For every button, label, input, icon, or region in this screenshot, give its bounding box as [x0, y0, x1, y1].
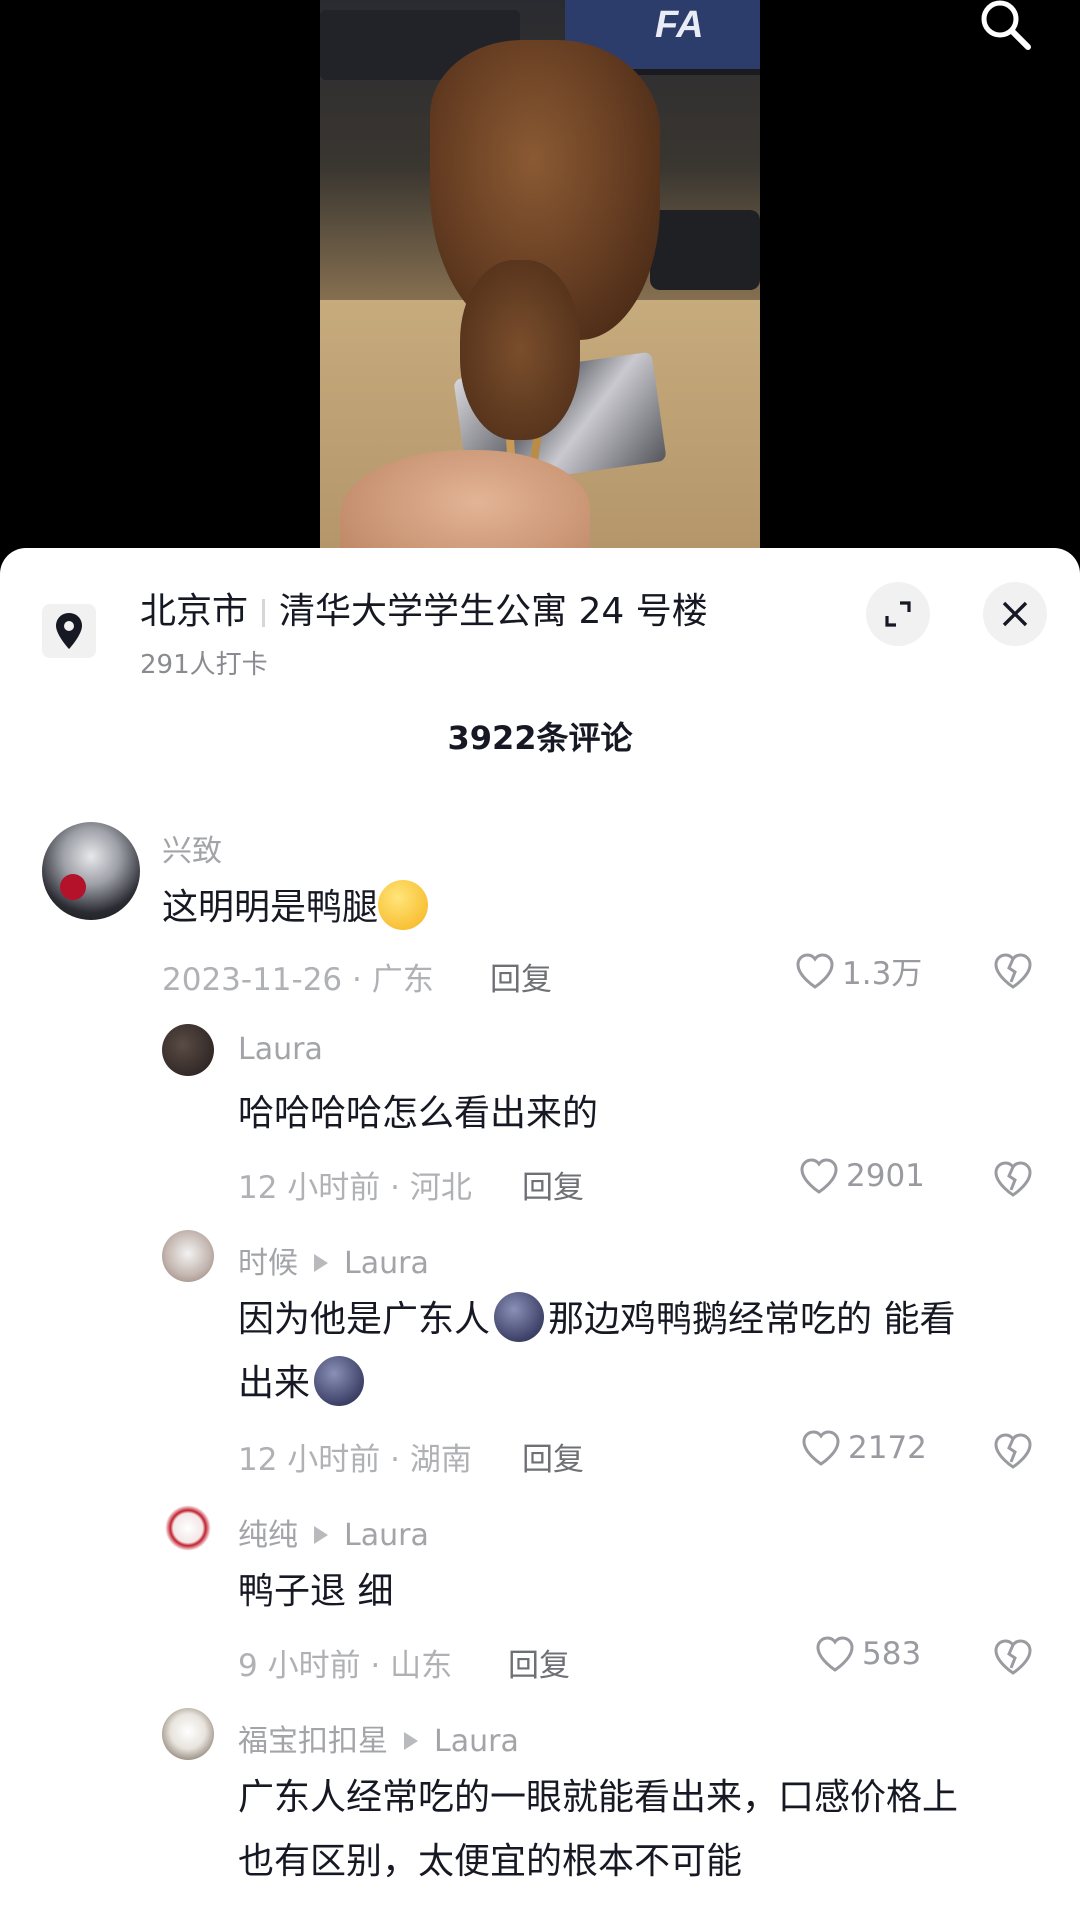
comment-meta: 12 小时前 · 湖南 — [238, 1442, 472, 1478]
grilled-meat-lower — [460, 260, 580, 440]
location-pin-icon — [56, 613, 82, 649]
heart-icon — [816, 1636, 854, 1672]
comment-meta: 12 小时前 · 河北 — [238, 1170, 472, 1206]
close-icon — [1002, 601, 1028, 627]
broken-heart-icon — [994, 1639, 1032, 1675]
laugh-cry-emoji — [378, 880, 429, 930]
location-place: 清华大学学生公寓 24 号楼 — [279, 591, 708, 632]
heart-icon — [802, 1430, 840, 1466]
moon-face-emoji — [314, 1356, 365, 1406]
broken-heart-icon — [994, 1433, 1032, 1469]
heart-icon — [800, 1158, 838, 1194]
like-count: 583 — [862, 1636, 922, 1672]
location-pin-box — [42, 604, 96, 658]
like-button[interactable]: 2901 — [798, 1156, 925, 1196]
dislike-button[interactable] — [990, 948, 1036, 994]
comment-author[interactable]: 福宝扣扣星 Laura — [238, 1716, 519, 1760]
like-button[interactable]: 2172 — [800, 1428, 927, 1468]
reply-arrow-icon — [314, 1525, 328, 1544]
avatar[interactable] — [42, 822, 140, 920]
like-button[interactable]: 583 — [814, 1634, 921, 1674]
like-button[interactable]: 1.3万 — [794, 948, 922, 993]
comment-text: 因为他是广东人 那边鸡鸭鹅经常吃的 能看 出来 — [238, 1288, 1038, 1416]
video-frame: FA — [320, 0, 760, 560]
comment-text-part: 因为他是广东人 — [238, 1299, 491, 1340]
avatar[interactable] — [162, 1708, 214, 1760]
author-name: 纯纯 — [238, 1518, 298, 1553]
reply-to-name: Laura — [344, 1518, 429, 1553]
reply-arrow-icon — [404, 1731, 418, 1750]
comment-count: 3922条评论 — [447, 719, 633, 757]
avatar[interactable] — [162, 1502, 214, 1554]
heart-icon — [796, 952, 834, 989]
reply-to-name: Laura — [344, 1246, 429, 1281]
dislike-button[interactable] — [990, 1634, 1036, 1680]
reply-button[interactable]: 回复 — [508, 1640, 570, 1685]
broken-heart-icon — [994, 1161, 1032, 1197]
comment-meta: 2023-11-26 · 广东 — [162, 962, 434, 998]
video-player[interactable]: FA — [0, 0, 1080, 560]
broken-heart-icon — [994, 953, 1032, 989]
location-bar[interactable]: 北京市 清华大学学生公寓 24 号楼 291人打卡 — [0, 548, 1080, 680]
search-button[interactable] — [970, 0, 1040, 55]
reply-button[interactable]: 回复 — [522, 1434, 584, 1479]
comment-text: 哈哈哈哈怎么看出来的 — [238, 1093, 599, 1134]
author-name: 福宝扣扣星 — [238, 1724, 388, 1759]
checkin-count: 291人打卡 — [140, 650, 268, 680]
comment-text: 广东人经常吃的一眼就能看出来，口感价格上 也有区别，太便宜的根本不可能 — [238, 1766, 1058, 1894]
comment-text: 鸭子退 细 — [238, 1571, 394, 1612]
comment-text-part: 出来 — [238, 1363, 311, 1404]
location-city: 北京市 — [140, 591, 249, 632]
dislike-button[interactable] — [990, 1428, 1036, 1474]
search-icon — [981, 0, 1031, 50]
expand-icon — [885, 601, 911, 627]
avatar[interactable] — [162, 1024, 214, 1076]
author-name: 时候 — [238, 1246, 298, 1281]
moon-face-emoji — [494, 1292, 545, 1342]
monitor-text: FA — [655, 4, 704, 46]
comment-text-line: 广东人经常吃的一眼就能看出来，口感价格上 — [238, 1777, 959, 1818]
comment-text-line: 也有区别，太便宜的根本不可能 — [238, 1841, 743, 1882]
reply-to-name: Laura — [434, 1724, 519, 1759]
reply-button[interactable]: 回复 — [490, 954, 552, 999]
keyboard-right-scene — [650, 210, 760, 290]
comment-author[interactable]: 兴致 — [162, 826, 222, 870]
comment-text: 这明明是鸭腿 — [162, 876, 429, 940]
like-count: 2901 — [846, 1158, 925, 1194]
comment-author[interactable]: 时候 Laura — [238, 1238, 429, 1282]
reply-button[interactable]: 回复 — [522, 1162, 584, 1207]
reply-arrow-icon — [314, 1253, 328, 1272]
comment-sheet: 北京市 清华大学学生公寓 24 号楼 291人打卡 3922条评论 兴致 这明明是… — [0, 548, 1080, 1923]
comment-text-body: 这明明是鸭腿 — [162, 887, 379, 928]
like-count: 1.3万 — [842, 956, 923, 992]
expand-button[interactable] — [866, 582, 930, 646]
title-divider — [262, 599, 266, 627]
avatar[interactable] — [162, 1230, 214, 1282]
location-title[interactable]: 北京市 清华大学学生公寓 24 号楼 — [140, 582, 708, 634]
comment-meta: 9 小时前 · 山东 — [238, 1648, 453, 1684]
like-count: 2172 — [848, 1430, 927, 1466]
comment-author[interactable]: Laura — [238, 1032, 323, 1067]
dislike-button[interactable] — [990, 1156, 1036, 1202]
comment-author[interactable]: 纯纯 Laura — [238, 1510, 429, 1554]
comment-text-part: 那边鸡鸭鹅经常吃的 能看 — [548, 1299, 956, 1340]
close-button[interactable] — [983, 582, 1047, 646]
